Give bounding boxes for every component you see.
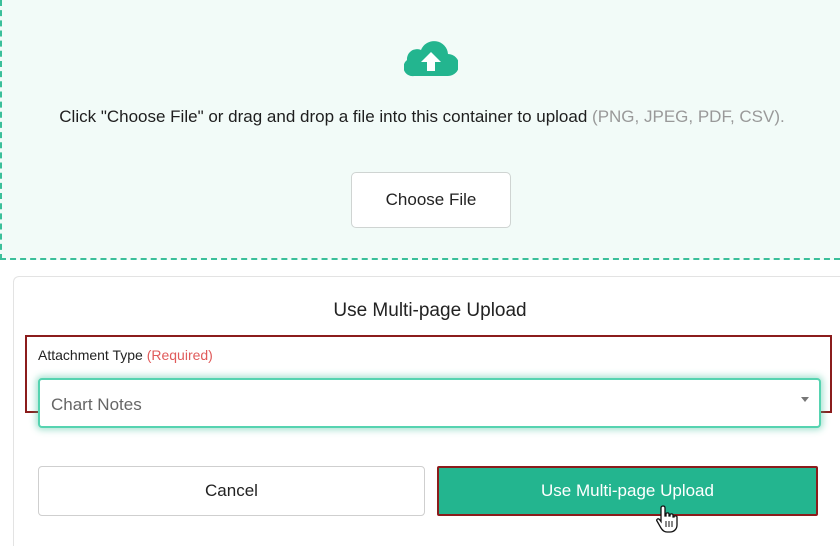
required-marker: (Required) xyxy=(146,347,213,363)
dropzone-instructions: Click "Choose File" or drag and drop a f… xyxy=(22,105,822,128)
dropzone-instruction-text: Click "Choose File" or drag and drop a f… xyxy=(59,107,588,126)
cancel-button[interactable]: Cancel xyxy=(38,466,425,516)
attachment-type-select[interactable]: Chart Notes xyxy=(38,378,821,428)
hand-pointer-icon xyxy=(656,505,678,533)
file-dropzone[interactable]: Click "Choose File" or drag and drop a f… xyxy=(0,0,840,260)
use-multi-page-upload-button[interactable]: Use Multi-page Upload xyxy=(437,466,818,516)
cloud-upload-icon xyxy=(404,41,458,77)
attachment-type-label: Attachment Type (Required) xyxy=(38,347,213,363)
attachment-type-value: Chart Notes xyxy=(51,395,142,414)
chevron-down-icon xyxy=(801,397,809,402)
dropzone-file-types: (PNG, JPEG, PDF, CSV). xyxy=(592,107,785,126)
attachment-type-label-text: Attachment Type xyxy=(38,347,143,363)
panel-title: Use Multi-page Upload xyxy=(333,300,527,321)
choose-file-button[interactable]: Choose File xyxy=(351,172,511,228)
